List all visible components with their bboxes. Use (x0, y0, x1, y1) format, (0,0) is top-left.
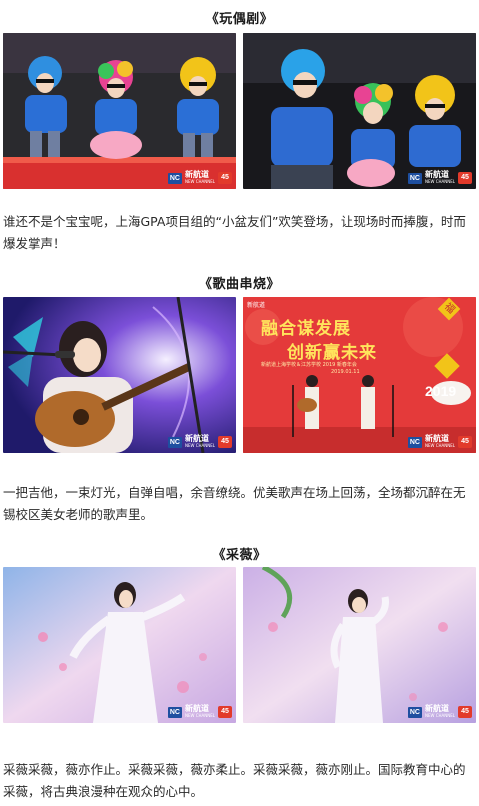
section-caption-2: 一把吉他，一束灯光，自弹自唱，余音缭绕。优美歌声在场上回荡，全场都沉醉在无锡校区… (3, 485, 466, 522)
watermark-logo: NC 新航道 NEW CHANNEL 45 (167, 435, 232, 449)
puppet-show-image-left (3, 33, 236, 189)
caiwei-image-right (243, 567, 476, 723)
stage-banner-line2: 创新赢未来 (287, 343, 377, 363)
puppet-show-photo-right: NC 新航道 NEW CHANNEL 45 (243, 33, 476, 189)
watermark-logo: NC 新航道 NEW CHANNEL 45 (167, 705, 232, 719)
puppet-show-image-right (243, 33, 476, 189)
section-title-1: 《玩偶剧》 (205, 12, 274, 27)
nc-logo-icon: NC (167, 436, 182, 448)
watermark-logo: NC 新航道 NEW CHANNEL 45 (407, 435, 472, 449)
caiwei-photo-left: NC 新航道 NEW CHANNEL 45 (3, 567, 236, 723)
stage-banner-date: 2019.01.11 (331, 369, 360, 375)
anniversary-badge-icon: 45 (458, 436, 472, 448)
anniversary-badge-icon: 45 (218, 436, 232, 448)
anniversary-badge-icon: 45 (458, 706, 472, 718)
section-caption-3: 采薇采薇，薇亦作止。采薇采薇，薇亦柔止。采薇采薇，薇亦刚止。国际教育中心的采薇，… (3, 762, 466, 799)
nc-logo-icon: NC (407, 706, 422, 718)
nc-logo-icon: NC (407, 172, 422, 184)
puppet-show-photo-left: NC 新航道 NEW CHANNEL 45 (3, 33, 236, 189)
section-title-2: 《歌曲串烧》 (198, 277, 280, 292)
caiwei-image-left (3, 567, 236, 723)
nc-logo-icon: NC (167, 172, 182, 184)
nc-logo-icon: NC (167, 706, 182, 718)
anniversary-badge-icon: 45 (458, 172, 472, 184)
caiwei-photo-right: NC 新航道 NEW CHANNEL 45 (243, 567, 476, 723)
song-medley-image-left (3, 297, 236, 453)
watermark-logo: NC 新航道 NEW CHANNEL 45 (407, 705, 472, 719)
anniversary-badge-icon: 45 (218, 172, 232, 184)
stage-banner-top-logo: 新航道 (247, 303, 266, 309)
nc-logo-icon: NC (407, 436, 422, 448)
song-medley-photo-left: NC 新航道 NEW CHANNEL 45 (3, 297, 236, 453)
anniversary-badge-icon: 45 (218, 706, 232, 718)
stage-banner-year: 2019 (425, 383, 457, 399)
watermark-logo: NC 新航道 NEW CHANNEL 45 (167, 171, 232, 185)
song-medley-photo-right: 新航道 融合谋发展 创新赢未来 新航道上海学校＆江苏学校 2019 新春年会 2… (243, 297, 476, 453)
section-title-3: 《采薇》 (212, 548, 267, 563)
section-caption-1: 谁还不是个宝宝呢，上海GPA项目组的“小盆友们”欢笑登场，让现场时而捧腹，时而爆… (3, 214, 466, 251)
watermark-logo: NC 新航道 NEW CHANNEL 45 (407, 171, 472, 185)
stage-banner-line1: 融合谋发展 (261, 319, 351, 339)
stage-banner-subtitle: 新航道上海学校＆江苏学校 2019 新春年会 (261, 362, 357, 368)
